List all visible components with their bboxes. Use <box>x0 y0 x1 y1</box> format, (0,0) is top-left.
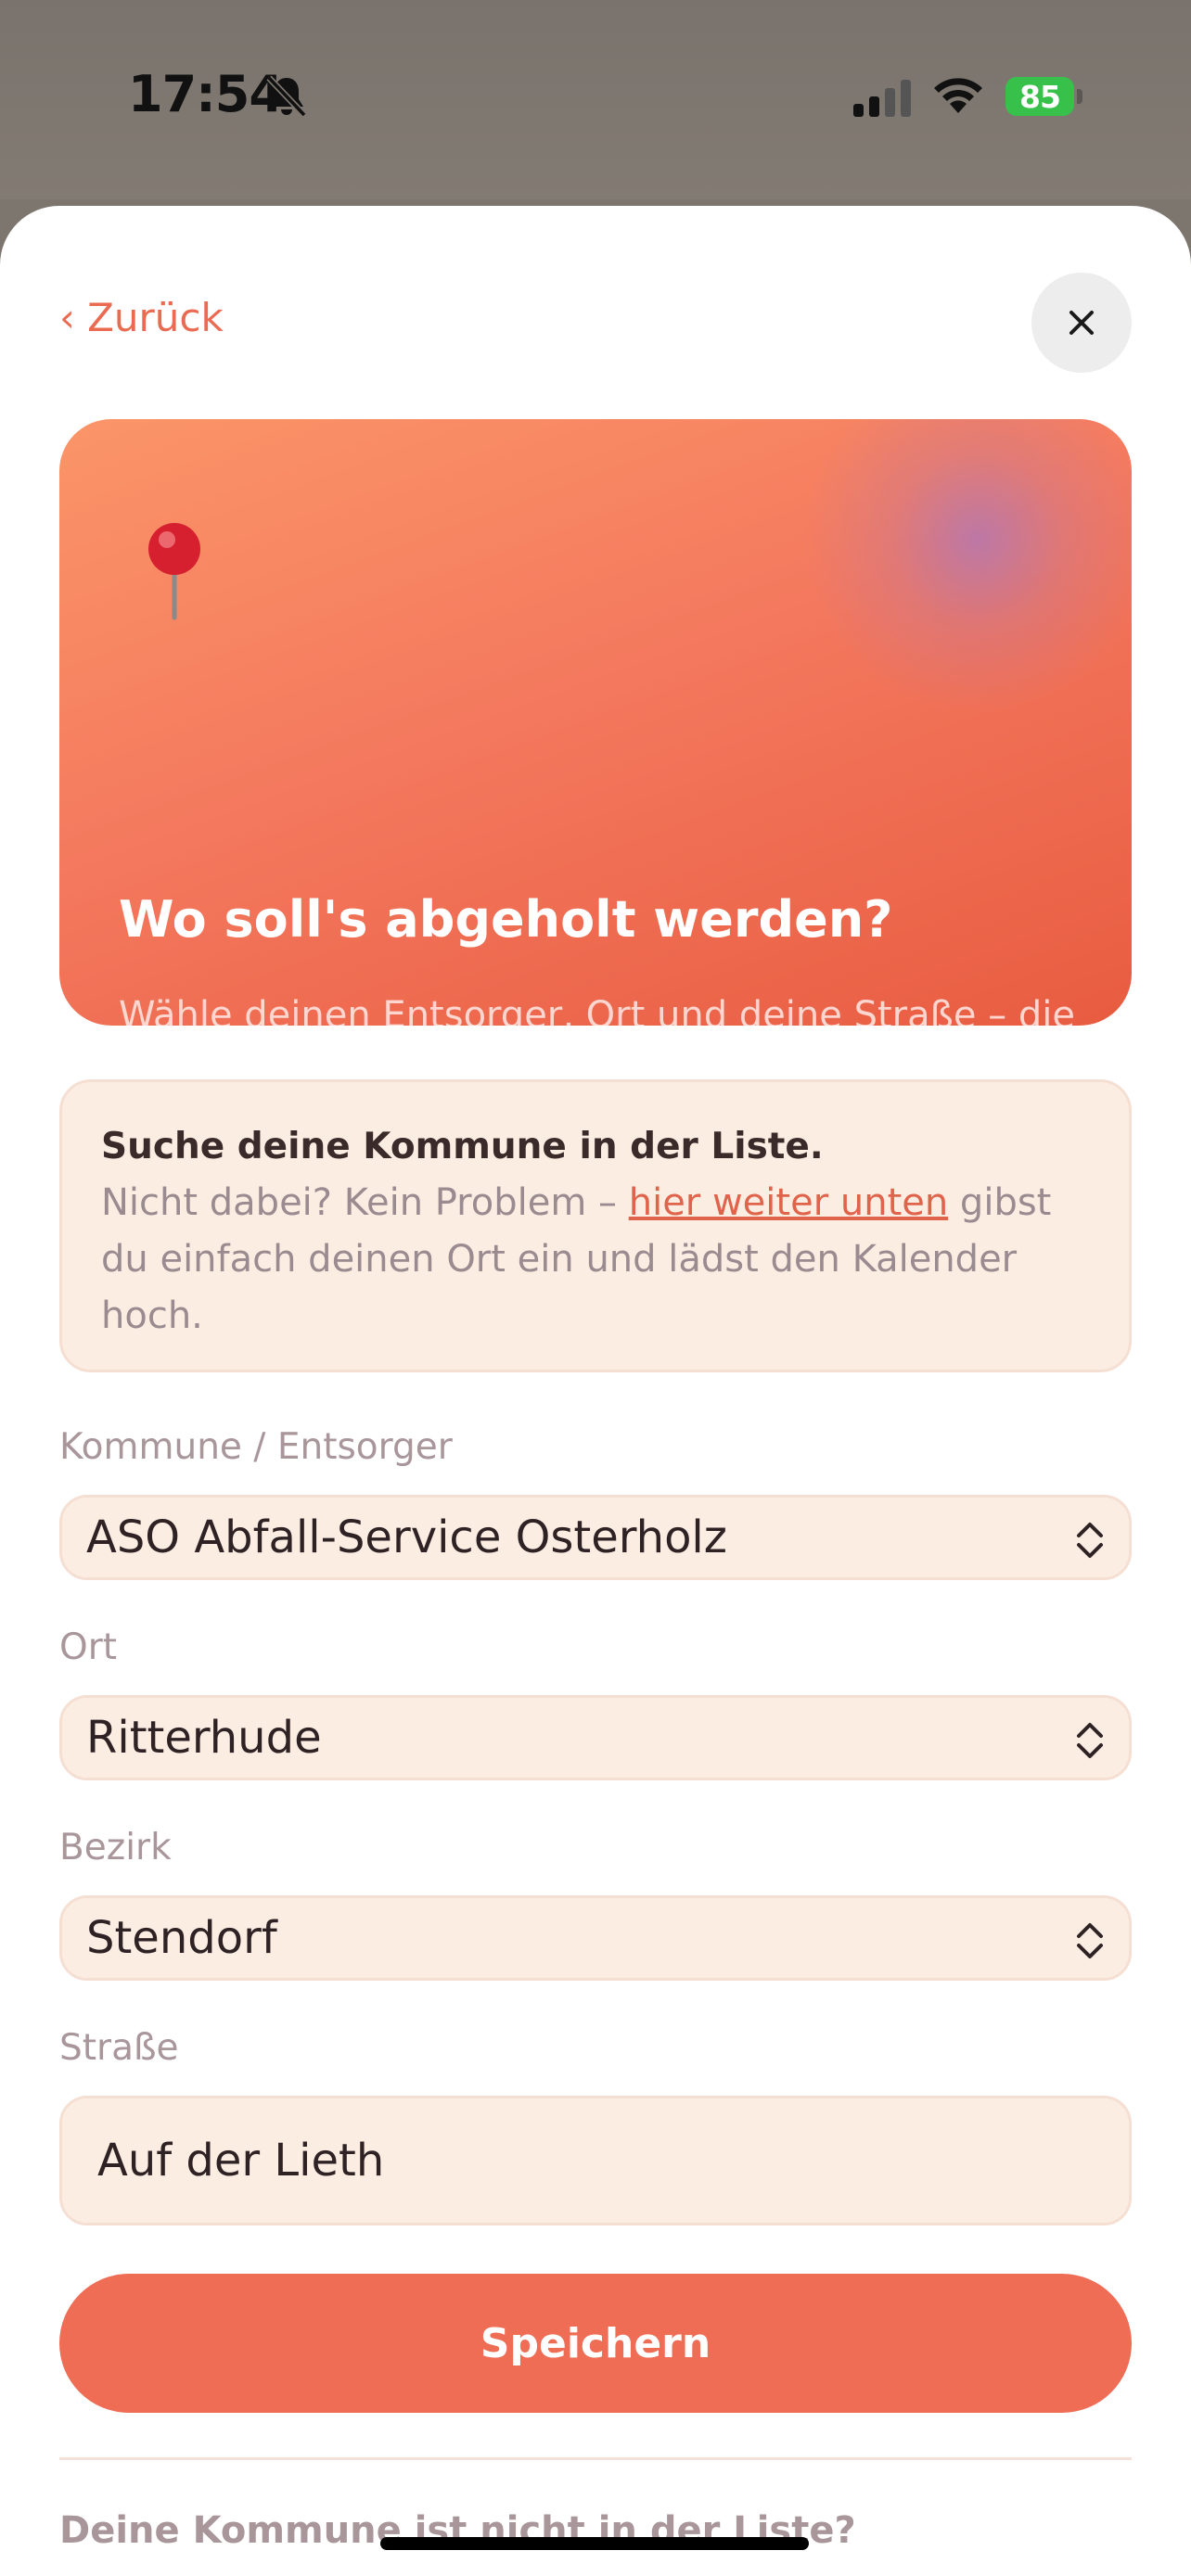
kommune-select[interactable]: ASO Abfall-Service Osterholz <box>59 1495 1132 1580</box>
info-text-before: Nicht dabei? Kein Problem – <box>101 1181 629 1224</box>
location-sheet: ‹ Zurück Wo soll's abgeholt werden? Wähl… <box>0 206 1191 2576</box>
bell-slash-icon <box>266 75 307 118</box>
bezirk-select[interactable]: Stendorf <box>59 1895 1132 1981</box>
hero-text: Wähle deinen Entsorger, Ort und deine St… <box>119 994 1075 1026</box>
kommune-label: Kommune / Entsorger <box>59 1426 453 1468</box>
bezirk-label: Bezirk <box>59 1827 172 1868</box>
battery-cap <box>1077 89 1082 104</box>
divider <box>59 2457 1132 2460</box>
home-indicator <box>380 2537 809 2550</box>
battery-level: 85 <box>1005 77 1074 116</box>
kommune-value: ASO Abfall-Service Osterholz <box>86 1511 727 1563</box>
bezirk-value: Stendorf <box>86 1912 277 1964</box>
hero-card: Wo soll's abgeholt werden? Wähle deinen … <box>59 419 1132 1026</box>
hero-title: Wo soll's abgeholt werden? <box>119 890 893 949</box>
info-text: Nicht dabei? Kein Problem – hier weiter … <box>101 1175 1090 1345</box>
save-button[interactable]: Speichern <box>59 2274 1132 2413</box>
ort-label: Ort <box>59 1626 118 1668</box>
chevron-up-down-icon <box>1077 1923 1103 1958</box>
strasse-input[interactable] <box>59 2096 1132 2225</box>
ort-select[interactable]: Ritterhude <box>59 1695 1132 1780</box>
close-button[interactable] <box>1031 273 1132 373</box>
pushpin-icon <box>148 523 200 620</box>
chevron-up-down-icon <box>1077 1523 1103 1558</box>
chevron-up-down-icon <box>1077 1723 1103 1758</box>
info-link[interactable]: hier weiter unten <box>629 1181 948 1224</box>
battery-charging-icon: 85 <box>1005 76 1085 117</box>
status-time: 17:54 <box>128 65 284 123</box>
ort-value: Ritterhude <box>86 1712 322 1764</box>
back-button[interactable]: ‹ Zurück <box>59 295 224 340</box>
wifi-icon <box>934 78 982 113</box>
info-title: Suche deine Kommune in der Liste. <box>101 1126 824 1167</box>
signal-icon <box>853 80 911 117</box>
close-icon <box>1069 311 1094 335</box>
status-bar: 17:54 85 <box>0 0 1191 199</box>
info-box: Suche deine Kommune in der Liste. Nicht … <box>59 1079 1132 1372</box>
strasse-label: Straße <box>59 2027 179 2069</box>
